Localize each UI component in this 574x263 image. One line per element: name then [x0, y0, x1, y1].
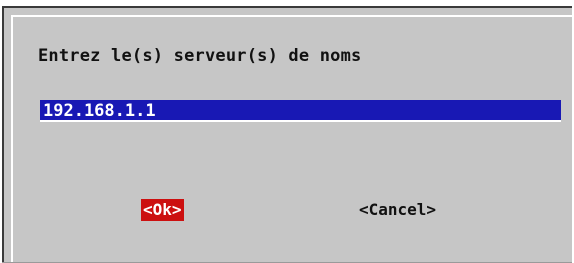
ok-button[interactable]: <Ok> — [141, 199, 184, 221]
nameserver-input-value[interactable]: 192.168.1.1 — [43, 100, 156, 122]
dialog-inner-border-left — [11, 15, 13, 263]
nameserver-input[interactable]: 192.168.1.1 — [40, 100, 561, 122]
dialog-prompt: Entrez le(s) serveur(s) de noms — [38, 46, 362, 66]
terminal-screen: Entrez le(s) serveur(s) de noms 192.168.… — [0, 0, 574, 263]
cancel-button[interactable]: <Cancel> — [357, 199, 438, 221]
dialog-inner-border-top — [11, 15, 574, 17]
nameserver-dialog: Entrez le(s) serveur(s) de noms 192.168.… — [2, 6, 574, 263]
